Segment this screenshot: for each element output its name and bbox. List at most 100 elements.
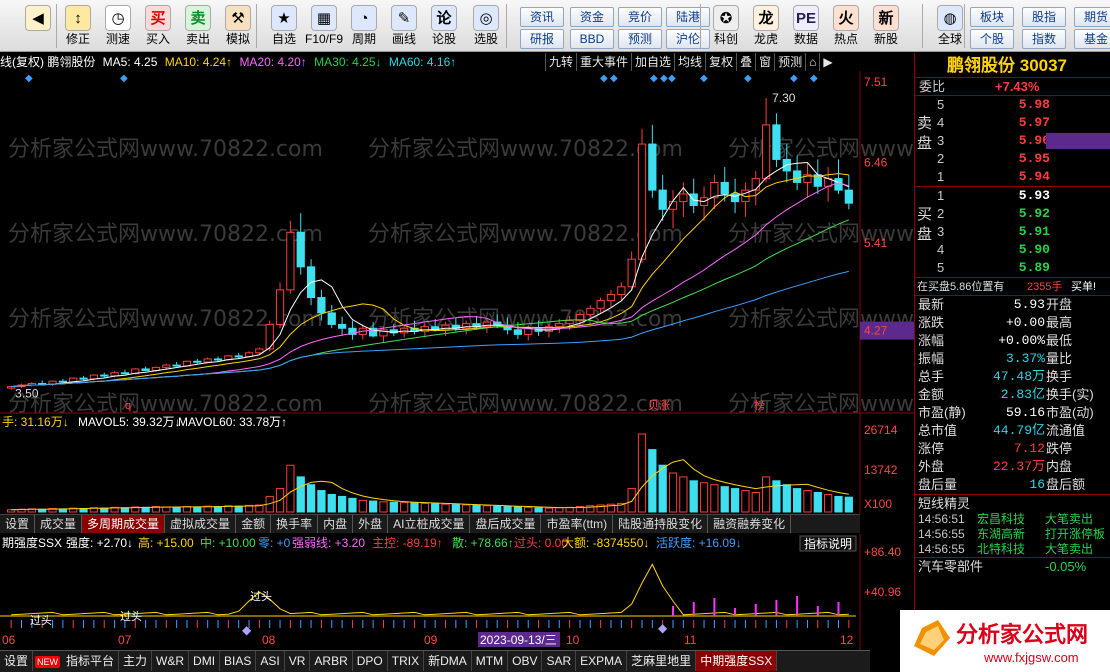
toolbar-small-button[interactable]: 陆港 (666, 7, 710, 27)
bottom-tab-16[interactable]: 芝麻里地里 (627, 651, 697, 671)
indicator-help-button[interactable]: 指标说明 (799, 535, 857, 552)
event-diamond-icon[interactable]: ◆ (660, 73, 668, 84)
event-diamond-icon[interactable]: ◆ (120, 73, 128, 84)
event-diamond-icon[interactable]: ◆ (25, 73, 33, 84)
buy-row[interactable]: 1 5.93 (915, 187, 1110, 205)
toolbar-hot-button[interactable]: 火热点 (826, 2, 866, 50)
toolbar-small-button[interactable]: 预测 (618, 29, 662, 49)
toolbar-ipo-button[interactable]: 新新股 (866, 2, 906, 50)
toolbar-back-arrow-button[interactable]: ◀ (18, 2, 58, 50)
candle[interactable] (265, 320, 274, 352)
signal-diamond-icon[interactable]: ◆ (658, 621, 668, 635)
event-diamond-icon[interactable]: ◆ (600, 73, 608, 84)
toolbar-forum-button[interactable]: 论论股 (424, 2, 464, 50)
tab-1[interactable]: 成交量 (35, 515, 83, 533)
tab-5[interactable]: 换手率 (271, 515, 319, 533)
tab-7[interactable]: 外盘 (353, 515, 389, 533)
toolbar-arrow-updown-button[interactable]: ↕ 修正 (58, 2, 98, 50)
toolbar-pe-button[interactable]: PE 数据 (786, 2, 826, 50)
bottom-tab-8[interactable]: ARBR (310, 651, 353, 671)
sector-row[interactable]: 汽车零部件 -0.05% (915, 557, 1110, 575)
bottom-tab-9[interactable]: DPO (353, 651, 388, 671)
arrow-right-icon[interactable]: ▶ (819, 53, 835, 71)
tab-12[interactable]: 融资融券变化 (708, 515, 792, 533)
bottom-tab-14[interactable]: SAR (542, 651, 577, 671)
buy-row[interactable]: 3 5.91 (915, 223, 1110, 241)
buy-row[interactable]: 2 5.92 (915, 205, 1110, 223)
toolbar-small-button[interactable]: 竞价 (618, 7, 662, 27)
toolbar-small-button[interactable]: 股指 (1022, 7, 1066, 27)
toolbar-small-button[interactable]: 个股 (970, 29, 1014, 49)
bottom-tab-15[interactable]: EXPMA (576, 651, 628, 671)
chart-tool-button[interactable]: 重大事件 (576, 53, 631, 71)
buy-row[interactable]: 4 5.90 (915, 241, 1110, 259)
bottom-tab-5[interactable]: BIAS (220, 651, 257, 671)
toolbar-small-button[interactable]: 指数 (1022, 29, 1066, 49)
bottom-tab-12[interactable]: MTM (472, 651, 509, 671)
toolbar-small-button[interactable]: 研报 (520, 29, 564, 49)
toolbar-small-button[interactable]: 基金 (1074, 29, 1110, 49)
toolbar-dragon-button[interactable]: 龙龙虎 (746, 2, 786, 50)
bottom-tab-1[interactable]: 指标平台 (62, 651, 120, 671)
buy-row[interactable]: 5 5.89 (915, 259, 1110, 277)
bottom-tab-2[interactable]: 主力 (119, 651, 153, 671)
indicator-chart[interactable]: 期强度SSX 强度: +2.70↓ 高: +15.00 中: +10.00 零: +0 强… (0, 534, 914, 650)
chart-tool-button[interactable]: 预测 (774, 53, 805, 71)
toolbar-small-button[interactable]: BBD (570, 29, 614, 49)
signal-diamond-icon[interactable]: ◆ (242, 623, 252, 637)
tab-10[interactable]: 市盈率(ttm) (541, 515, 614, 533)
event-diamond-icon[interactable]: ◆ (700, 73, 708, 84)
tab-4[interactable]: 金额 (236, 515, 272, 533)
tab-3[interactable]: 虚拟成交量 (165, 515, 237, 533)
bottom-tab-0[interactable]: 设置 (0, 651, 34, 671)
sell-row[interactable]: 4 5.97 (915, 114, 1110, 132)
bottom-tab-13[interactable]: OBV (508, 651, 543, 671)
tab-6[interactable]: 内盘 (318, 515, 354, 533)
toolbar-kechuang-button[interactable]: ✪ 科创 (706, 2, 746, 50)
chart-tool-button[interactable]: 复权 (705, 53, 736, 71)
toolbar-small-button[interactable]: 期货 (1074, 7, 1110, 27)
bottom-tab-6[interactable]: ASI (256, 651, 285, 671)
elf-list[interactable]: 14:56:51 宏昌科技 大笔卖出 14:56:55 东湖高新 打开涨停板 14:56:5… (915, 512, 1110, 557)
chart-tool-button[interactable]: 加自选 (631, 53, 674, 71)
chart-tool-button[interactable]: 九转 (545, 53, 576, 71)
toolbar-select-button[interactable]: ◎ 选股 (466, 2, 506, 50)
sell-row[interactable]: 1 5.94 (915, 168, 1110, 186)
chart-tool-button[interactable]: 窗 (755, 53, 774, 71)
bottom-tab-7[interactable]: VR (285, 651, 311, 671)
elf-item[interactable]: 14:56:55 东湖高新 打开涨停板 (915, 527, 1110, 542)
toolbar-sell-button[interactable]: 卖卖出 (178, 2, 218, 50)
toolbar-small-button[interactable]: 资金 (570, 7, 614, 27)
tab-0[interactable]: 设置 (0, 515, 36, 533)
bottom-tab-11[interactable]: 新DMA (424, 651, 472, 671)
tab-2[interactable]: 多周期成交量 (82, 515, 166, 533)
toolbar-small-button[interactable]: 板块 (970, 7, 1014, 27)
elf-item[interactable]: 14:56:51 宏昌科技 大笔卖出 (915, 512, 1110, 527)
event-diamond-icon[interactable]: ◆ (790, 73, 798, 84)
toolbar-f10-button[interactable]: ▦ F10/F9 (304, 2, 344, 50)
bottom-tab-4[interactable]: DMI (189, 651, 221, 671)
volume-chart[interactable]: 手: 31.16万↓ MAVOL5: 39.32万↓MAVOL60: 33.78万… (0, 414, 914, 514)
candle[interactable] (637, 128, 647, 264)
bottom-tab-17[interactable]: 中期强度SSX (696, 651, 778, 671)
event-diamond-icon[interactable]: ◆ (610, 73, 618, 84)
toolbar-small-button[interactable]: 资讯 (520, 7, 564, 27)
tab-11[interactable]: 陆股通持股变化 (613, 515, 709, 533)
event-diamond-icon[interactable]: ◆ (810, 73, 818, 84)
lock-icon[interactable]: ⌂ (805, 53, 819, 71)
toolbar-hammer-button[interactable]: ⚒ 模拟 (218, 2, 258, 50)
tab-8[interactable]: AI立桩成交量 (388, 515, 471, 533)
toolbar-small-button[interactable]: 沪伦 (666, 29, 710, 49)
toolbar-buy-button[interactable]: 买买入 (138, 2, 178, 50)
chart-tool-button[interactable]: 均线 (674, 53, 705, 71)
chart-tool-button[interactable]: 叠 (736, 53, 755, 71)
sell-row[interactable]: 5 5.98 (915, 96, 1110, 114)
bottom-tab-3[interactable]: W&R (152, 651, 190, 671)
toolbar-period-button[interactable]: ◔ 周期 (344, 2, 384, 50)
toolbar-clock-button[interactable]: ◷ 测速 (98, 2, 138, 50)
bottom-tab-10[interactable]: TRIX (388, 651, 425, 671)
event-diamond-icon[interactable]: ◆ (650, 73, 658, 84)
sell-row[interactable]: 2 5.95 (915, 150, 1110, 168)
event-diamond-icon[interactable]: ◆ (668, 73, 676, 84)
candlestick-chart[interactable]: 分析家公式网www.70822.com 分析家公式网www.70822.com 分析… (0, 71, 914, 414)
